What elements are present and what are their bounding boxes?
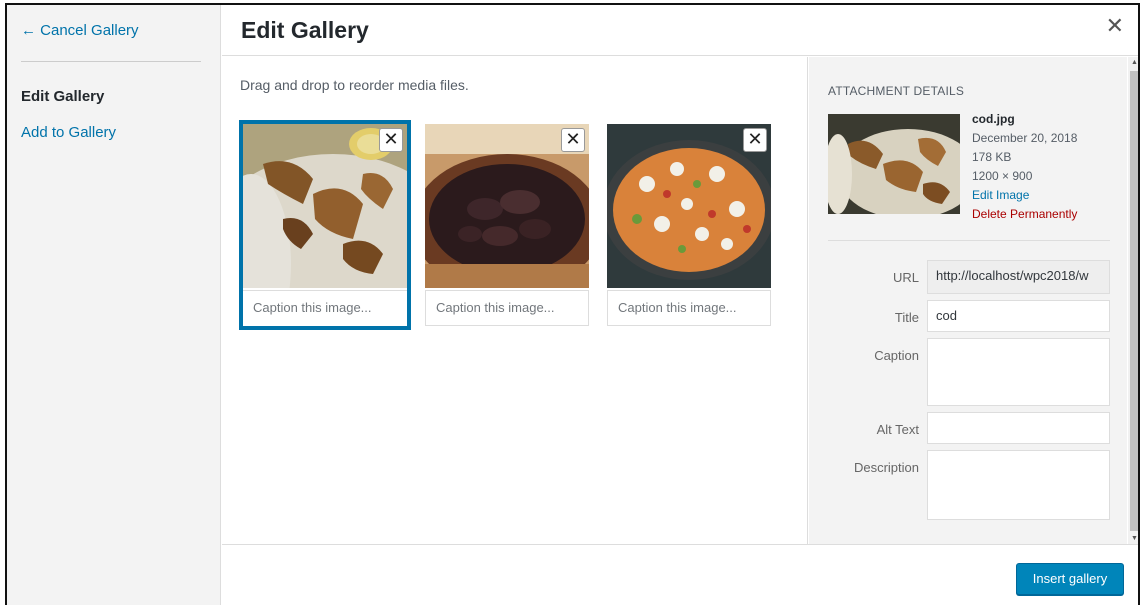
attachment-filesize: 178 KB (972, 150, 1012, 164)
url-field[interactable]: http://localhost/wpc2018/w (927, 260, 1110, 294)
remove-attachment-icon[interactable]: ✕ (561, 128, 585, 152)
details-divider (828, 240, 1110, 241)
url-label: URL (892, 270, 919, 285)
attachment-filename: cod.jpg (972, 112, 1015, 126)
attachment-date: December 20, 2018 (972, 131, 1078, 145)
alt-text-field[interactable] (927, 412, 1110, 444)
attachment-item-mussels[interactable]: ✕ Caption this image... (425, 124, 589, 326)
insert-gallery-button[interactable]: Insert gallery (1016, 563, 1124, 595)
remove-attachment-icon[interactable]: ✕ (379, 128, 403, 152)
modal-toolbar: Insert gallery (222, 544, 1138, 605)
modal-header: Edit Gallery ✕ (222, 5, 1138, 56)
menu-separator (21, 61, 201, 62)
instructions-text: Drag and drop to reorder media files. (240, 77, 469, 93)
scrollbar-thumb[interactable] (1130, 71, 1138, 531)
title-field[interactable]: cod (927, 300, 1110, 332)
remove-attachment-icon[interactable]: ✕ (743, 128, 767, 152)
caption-label: Caption (874, 348, 919, 363)
description-field[interactable] (927, 450, 1110, 520)
scroll-down-icon[interactable]: ▼ (1131, 535, 1138, 542)
title-label: Title (894, 310, 919, 325)
caption-field[interactable] (927, 338, 1110, 406)
edit-image-link[interactable]: Edit Image (972, 186, 1077, 205)
page-title: Edit Gallery (241, 17, 369, 43)
menu-item-edit-gallery[interactable]: Edit Gallery (21, 88, 104, 105)
attachment-details-heading: ATTACHMENT DETAILS (828, 84, 965, 98)
caption-input[interactable]: Caption this image... (243, 290, 407, 326)
gallery-content: Drag and drop to reorder media files. ✕ … (222, 57, 808, 544)
attachment-item-paella[interactable]: ✕ Caption this image... (607, 124, 771, 326)
attachment-item-cod[interactable]: ✕ Caption this image... (243, 124, 407, 326)
delete-permanently-link[interactable]: Delete Permanently (972, 205, 1077, 224)
caption-input[interactable]: Caption this image... (425, 290, 589, 326)
attachment-dimensions: 1200 × 900 (972, 169, 1033, 183)
caption-input[interactable]: Caption this image... (607, 290, 771, 326)
scroll-up-icon[interactable]: ▲ (1131, 59, 1138, 66)
description-label: Description (853, 460, 919, 475)
media-menu: ← Cancel Gallery Edit Gallery Add to Gal… (7, 5, 221, 605)
sidebar-scrollbar[interactable]: ▲ ▼ (1128, 57, 1138, 544)
attachment-preview (828, 114, 960, 214)
media-modal: ← Cancel Gallery Edit Gallery Add to Gal… (5, 3, 1140, 605)
attachment-info: cod.jpg December 20, 2018 178 KB 1200 × … (972, 110, 1077, 224)
cancel-gallery-link[interactable]: ← Cancel Gallery (21, 22, 139, 39)
alt-text-label: Alt Text (876, 422, 919, 437)
attachment-details-panel: ATTACHMENT DETAILS cod.jpg December 20, … (809, 57, 1127, 544)
close-icon[interactable]: ✕ (1106, 15, 1124, 37)
menu-item-add-to-gallery[interactable]: Add to Gallery (21, 124, 116, 141)
